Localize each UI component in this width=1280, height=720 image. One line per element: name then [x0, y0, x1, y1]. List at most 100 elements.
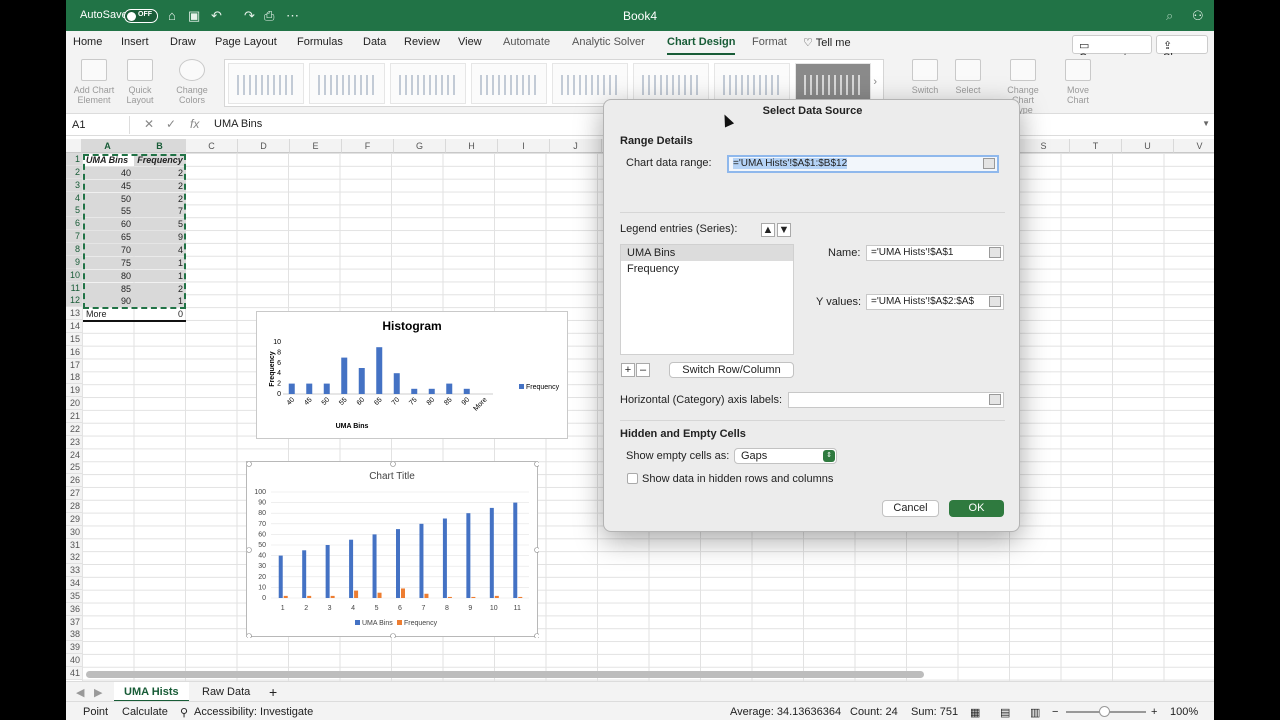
cancel-icon[interactable]: ✕	[144, 117, 154, 131]
tab-data[interactable]: Data	[363, 36, 386, 48]
tab-draw[interactable]: Draw	[170, 36, 196, 48]
chart-style-4[interactable]	[471, 63, 547, 104]
formula-input[interactable]: UMA Bins	[214, 118, 262, 130]
row-header-17[interactable]: 17	[66, 358, 82, 372]
chart-style-1[interactable]	[228, 63, 304, 104]
sheet-tab-raw-data[interactable]: Raw Data	[192, 682, 260, 702]
horizontal-axis-labels-input[interactable]	[788, 392, 1004, 408]
tab-tell-me[interactable]: ♡ Tell me	[803, 36, 851, 49]
row-header-8[interactable]: 8	[66, 242, 82, 256]
row-header-6[interactable]: 6	[66, 217, 82, 231]
move-series-down-icon[interactable]: ▼	[777, 223, 791, 237]
row-header-10[interactable]: 10	[66, 268, 82, 282]
row-header-30[interactable]: 30	[66, 525, 82, 539]
zoom-level[interactable]: 100%	[1170, 706, 1198, 718]
tab-review[interactable]: Review	[404, 36, 440, 48]
row-header-5[interactable]: 5	[66, 204, 82, 218]
column-header-d[interactable]: D	[238, 139, 290, 153]
chart-style-2[interactable]	[309, 63, 385, 104]
column-header-h[interactable]: H	[446, 139, 498, 153]
row-header-22[interactable]: 22	[66, 422, 82, 436]
column-header-i[interactable]: I	[498, 139, 550, 153]
tab-home[interactable]: Home	[73, 36, 102, 48]
tab-automate[interactable]: Automate	[503, 36, 550, 48]
row-header-40[interactable]: 40	[66, 654, 82, 668]
row-header-21[interactable]: 21	[66, 410, 82, 423]
row-header-32[interactable]: 32	[66, 551, 82, 565]
more-cell[interactable]: More	[83, 308, 134, 320]
ok-button[interactable]: OK	[949, 500, 1004, 517]
horizontal-scrollbar[interactable]	[86, 671, 924, 678]
remove-series-button[interactable]: –	[636, 363, 650, 377]
row-header-25[interactable]: 25	[66, 461, 82, 475]
tab-insert[interactable]: Insert	[121, 36, 149, 48]
comments-button[interactable]: ▭ Comments	[1072, 35, 1152, 64]
share-button[interactable]: ⇪ Share	[1156, 35, 1208, 64]
show-empty-select[interactable]: Gaps ⇕	[734, 448, 837, 464]
row-header-16[interactable]: 16	[66, 345, 82, 359]
column-header-s[interactable]: S	[1018, 139, 1070, 153]
enter-icon[interactable]: ✓	[166, 117, 176, 131]
row-header-37[interactable]: 37	[66, 615, 82, 629]
column-header-u[interactable]: U	[1122, 139, 1174, 153]
zoom-out-icon[interactable]: −	[1052, 706, 1058, 718]
row-header-4[interactable]: 4	[66, 191, 82, 205]
more-frequency-cell[interactable]: 0	[134, 308, 186, 320]
series-item-uma-bins[interactable]: UMA Bins	[621, 245, 793, 261]
row-header-41[interactable]: 41	[66, 667, 82, 680]
tab-chart-design[interactable]: Chart Design	[667, 36, 736, 55]
search-icon[interactable]: ⌕	[1166, 8, 1173, 24]
series-name-input[interactable]: ='UMA Hists'!$A$1	[866, 245, 1004, 261]
page-layout-view-icon[interactable]: ▤	[1000, 706, 1010, 719]
series-list[interactable]: UMA Bins Frequency	[620, 244, 794, 355]
chart-style-7[interactable]	[714, 63, 790, 104]
change-colors-button[interactable]: Change Colors	[170, 59, 214, 105]
column-header-g[interactable]: G	[394, 139, 446, 153]
column-header-t[interactable]: T	[1070, 139, 1122, 153]
row-header-3[interactable]: 3	[66, 178, 82, 192]
show-hidden-checkbox[interactable]	[627, 473, 638, 484]
row-header-23[interactable]: 23	[66, 435, 82, 449]
y-values-input[interactable]: ='UMA Hists'!$A$2:$A$	[866, 294, 1004, 310]
row-header-1[interactable]: 1	[66, 153, 82, 166]
row-header-18[interactable]: 18	[66, 371, 82, 385]
quick-layout-button[interactable]: Quick Layout	[120, 59, 160, 105]
name-box[interactable]: A1	[66, 116, 130, 134]
zoom-slider-thumb[interactable]	[1099, 706, 1110, 717]
row-header-38[interactable]: 38	[66, 628, 82, 642]
chart-style-8[interactable]	[795, 63, 871, 104]
row-header-27[interactable]: 27	[66, 487, 82, 501]
zoom-slider[interactable]	[1066, 706, 1146, 717]
sheet-tab-uma-hists[interactable]: UMA Hists	[114, 682, 189, 702]
zoom-in-icon[interactable]: +	[1151, 706, 1157, 718]
next-sheet-icon[interactable]: ▶	[94, 686, 102, 699]
range-picker-icon[interactable]	[983, 158, 995, 169]
select-data-button[interactable]: Select	[950, 59, 986, 95]
row-header-11[interactable]: 11	[66, 281, 82, 295]
select-all-corner[interactable]	[66, 139, 82, 153]
switch-button[interactable]: Switch	[906, 59, 944, 95]
row-header-34[interactable]: 34	[66, 577, 82, 591]
gallery-next-icon[interactable]: ›	[873, 76, 877, 88]
row-header-2[interactable]: 2	[66, 165, 82, 179]
chart-style-6[interactable]	[633, 63, 709, 104]
axis-labels-picker-icon[interactable]	[989, 394, 1001, 405]
row-header-26[interactable]: 26	[66, 474, 82, 488]
move-series-up-icon[interactable]: ▲	[761, 223, 775, 237]
row-header-7[interactable]: 7	[66, 230, 82, 244]
page-break-view-icon[interactable]: ▥	[1030, 706, 1040, 719]
add-sheet-icon[interactable]: +	[269, 684, 277, 700]
row-header-33[interactable]: 33	[66, 564, 82, 578]
row-header-29[interactable]: 29	[66, 512, 82, 526]
column-header-b[interactable]: B	[134, 139, 186, 153]
column-header-e[interactable]: E	[290, 139, 342, 153]
status-calculate[interactable]: Calculate	[122, 706, 168, 718]
tab-analytic-solver[interactable]: Analytic Solver	[572, 36, 645, 48]
tab-view[interactable]: View	[458, 36, 482, 48]
expand-formula-icon[interactable]: ▼	[1202, 119, 1210, 128]
row-header-39[interactable]: 39	[66, 641, 82, 655]
series-item-frequency[interactable]: Frequency	[621, 261, 793, 277]
chart-style-3[interactable]	[390, 63, 466, 104]
row-header-12[interactable]: 12	[66, 294, 82, 308]
add-series-button[interactable]: +	[621, 363, 635, 377]
